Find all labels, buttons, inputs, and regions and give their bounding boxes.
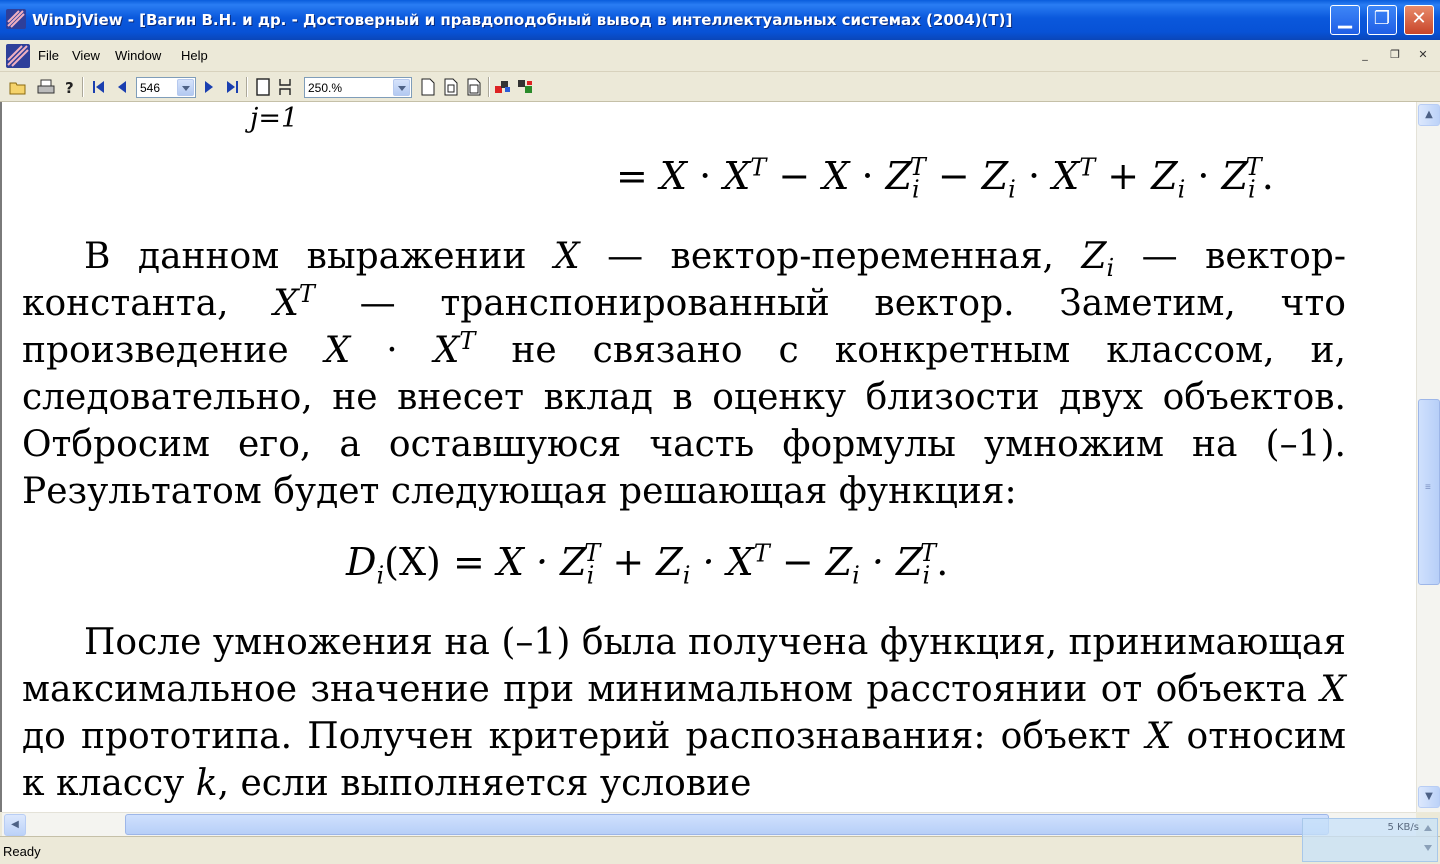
single-page-icon[interactable] (254, 78, 272, 96)
close-button[interactable]: ✕ (1404, 5, 1434, 35)
next-page-icon[interactable] (200, 78, 218, 96)
network-rate: 5 KB/s (1387, 822, 1419, 833)
zoom-value: 250.% (308, 81, 343, 95)
actual-size-icon[interactable] (465, 78, 483, 96)
scroll-left-button[interactable]: ◀ (4, 814, 26, 836)
prev-page-icon[interactable] (113, 78, 131, 96)
network-monitor-widget[interactable]: 5 KB/s (1302, 818, 1438, 862)
scroll-up-button[interactable]: ▲ (1418, 104, 1440, 126)
arrow-down-icon: ▼ (1425, 791, 1433, 802)
zoom-combo[interactable]: 250.% (304, 77, 412, 98)
menu-window[interactable]: Window (115, 48, 161, 63)
arrow-up-icon: ▲ (1425, 109, 1433, 120)
paragraph-criterion: После умножения на (–1) была получена фу… (22, 622, 1346, 804)
window-title: WinDjView - [Вагин В.Н. и др. - Достовер… (32, 11, 1013, 29)
menu-help[interactable]: Help (181, 48, 208, 63)
document-viewport[interactable]: j=1 = X · XT − X · ZiT − Zi · XT + Zi · … (0, 102, 1416, 812)
document-icon[interactable] (5, 43, 31, 69)
mdi-close-button[interactable]: ✕ (1414, 48, 1432, 64)
help-icon[interactable]: ? (60, 78, 78, 96)
display-mask-icon[interactable] (517, 78, 535, 96)
page-number-combo[interactable]: 546 (136, 77, 196, 98)
grip-icon: ≡ (1425, 482, 1431, 494)
close-icon: ✕ (1411, 8, 1427, 29)
arrow-left-icon: ◀ (11, 819, 19, 830)
mdi-minimize-button[interactable]: _ (1356, 48, 1374, 64)
page-number-value: 546 (140, 81, 161, 95)
mdi-restore-button[interactable]: ❐ (1386, 48, 1404, 64)
last-page-icon[interactable] (223, 78, 241, 96)
vertical-scroll-thumb[interactable]: ≡ (1418, 399, 1440, 586)
minimize-icon: ▁ (1338, 8, 1352, 29)
menu-file[interactable]: File (38, 48, 59, 63)
windjview-app-icon (6, 9, 26, 29)
horizontal-scroll-thumb[interactable] (125, 814, 1330, 835)
menu-bar: File View Window Help _ ❐ ✕ (0, 40, 1440, 72)
title-bar[interactable]: WinDjView - [Вагин В.Н. и др. - Достовер… (0, 0, 1440, 40)
first-page-icon[interactable] (90, 78, 108, 96)
scroll-down-button[interactable]: ▼ (1418, 786, 1440, 808)
toolbar: ? 546 250.% (0, 72, 1440, 102)
svg-text:?: ? (65, 79, 74, 96)
toolbar-separator (488, 77, 490, 97)
status-bar: Ready (0, 836, 1440, 864)
chevron-down-icon[interactable] (177, 79, 194, 96)
paragraph-vectors: В данном выражении X — вектор-переменная… (22, 236, 1346, 512)
restore-icon: ❐ (1373, 8, 1391, 29)
continuous-icon[interactable] (276, 78, 294, 96)
toolbar-separator (82, 77, 84, 97)
minimize-button[interactable]: ▁ (1330, 5, 1360, 35)
horizontal-scrollbar[interactable]: ◀ (2, 812, 1416, 836)
decision-function: Di(X) = X · ZiT + Zi · XT − Zi · ZiT. (346, 539, 949, 590)
display-color-icon[interactable] (494, 78, 512, 96)
vertical-scrollbar[interactable]: ▲ ≡ ▼ (1416, 102, 1440, 812)
fit-width-icon[interactable] (419, 78, 437, 96)
fit-page-icon[interactable] (442, 78, 460, 96)
status-text: Ready (3, 844, 41, 859)
menu-view[interactable]: View (72, 48, 100, 63)
maximize-button[interactable]: ❐ (1367, 5, 1397, 35)
network-arrows-icon (1424, 825, 1432, 851)
open-icon[interactable] (9, 78, 27, 96)
print-icon[interactable] (37, 78, 55, 96)
chevron-down-icon[interactable] (393, 79, 410, 96)
sum-limit: j=1 (250, 103, 299, 134)
equation-expanded: = X · XT − X · ZiT − Zi · XT + Zi · ZiT. (616, 153, 1274, 204)
toolbar-separator (246, 77, 248, 97)
